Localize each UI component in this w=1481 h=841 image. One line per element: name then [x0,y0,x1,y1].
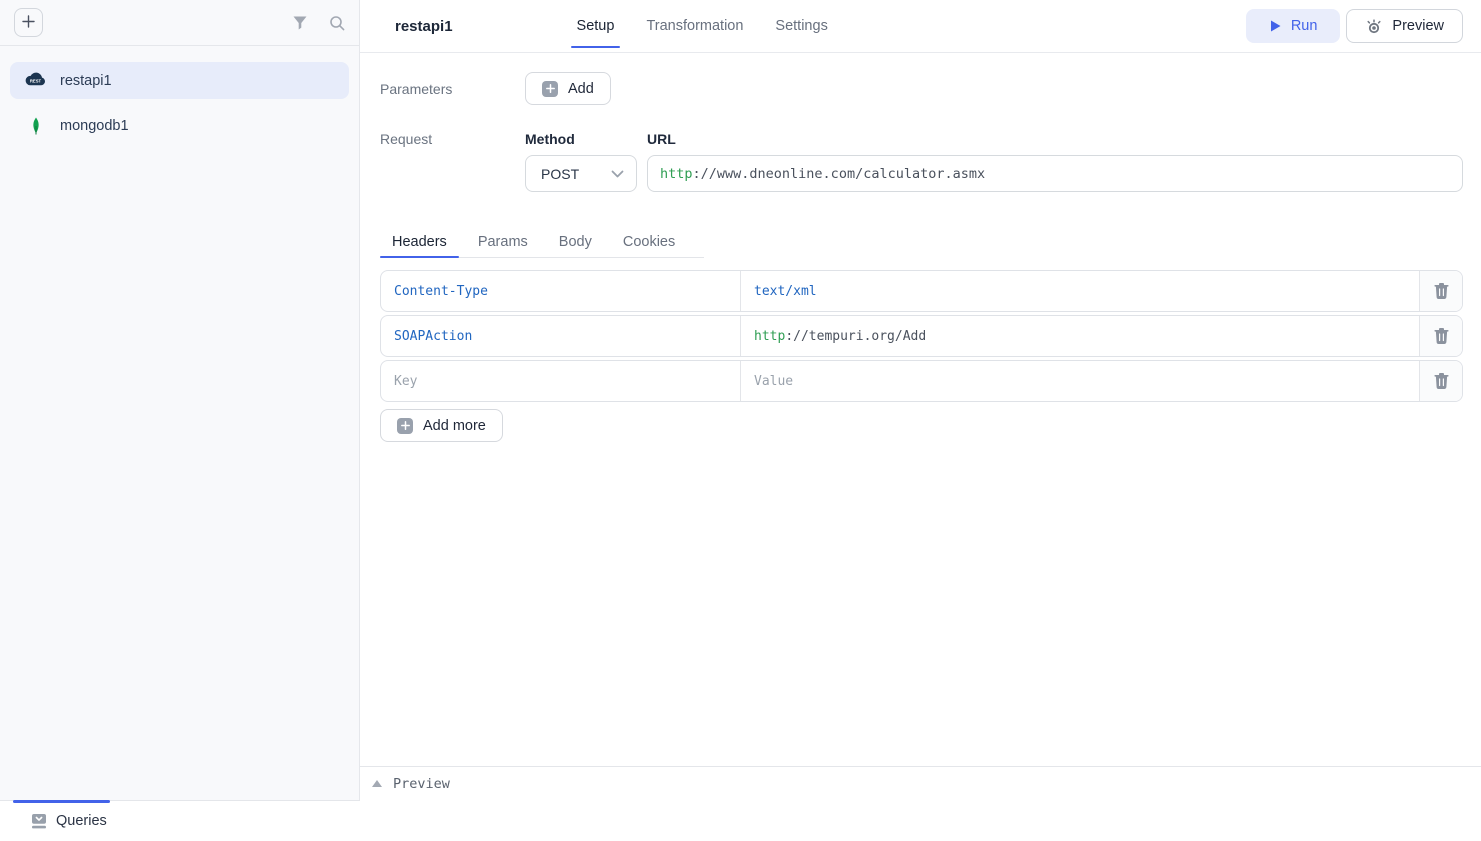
plus-icon [22,15,35,31]
preview-panel-label: Preview [393,776,450,792]
header-key-field[interactable]: Content-Type [381,271,741,311]
sidebar-item-label: restapi1 [60,73,112,89]
collapse-up-icon [372,780,382,787]
value-rest: ://tempuri.org/Add [785,329,926,344]
play-icon [1269,19,1282,33]
url-field: URL http://www.dneonline.com/calculator.… [647,131,1463,192]
preview-button-label: Preview [1392,18,1444,34]
request-label: Request [380,131,525,192]
url-rest: ://www.dneonline.com/calculator.asmx [693,166,986,182]
rest-cloud-icon: REST [24,71,47,91]
setup-content: Parameters Add Request Method POST [360,53,1481,766]
queries-tab-label: Queries [56,813,107,829]
header-key-field[interactable]: SOAPAction [381,316,741,356]
trash-icon [1434,328,1449,344]
trash-icon [1434,373,1449,389]
sidebar-item-restapi1[interactable]: REST restapi1 [10,62,349,99]
value-scheme: http [754,329,785,344]
delete-row-button[interactable] [1420,271,1462,311]
main-header: restapi1 Setup Transformation Settings R… [360,0,1481,53]
add-parameter-label: Add [568,81,594,97]
sidebar-item-mongodb1[interactable]: mongodb1 [10,107,349,144]
table-row [380,360,1463,402]
preview-panel-toggle[interactable]: Preview [360,766,1481,800]
add-more-label: Add more [423,418,486,434]
table-row: Content-Type text/xml [380,270,1463,312]
tab-settings[interactable]: Settings [763,0,839,52]
tab-setup[interactable]: Setup [565,0,627,52]
mongodb-leaf-icon [24,117,47,135]
bottom-bar-divider [0,800,360,801]
chevron-down-icon [611,170,624,178]
search-icon[interactable] [329,15,345,31]
request-tabs: Headers Params Body Cookies [380,227,704,258]
tab-headers[interactable]: Headers [380,227,459,257]
run-button[interactable]: Run [1246,9,1341,43]
main-panel: restapi1 Setup Transformation Settings R… [360,0,1481,800]
sidebar: REST restapi1 mongodb1 [0,0,360,800]
trash-icon [1434,283,1449,299]
add-query-button[interactable] [14,8,43,37]
delete-row-button[interactable] [1420,316,1462,356]
header-value-field [741,361,1420,401]
query-list: REST restapi1 mongodb1 [0,46,359,144]
queries-icon [31,813,47,829]
sidebar-item-label: mongodb1 [60,118,129,134]
parameters-row: Parameters Add [380,72,1463,105]
app-window: REST restapi1 mongodb1 [0,0,1481,841]
url-input[interactable]: http://www.dneonline.com/calculator.asmx [647,155,1463,192]
svg-text:REST: REST [30,78,42,83]
tab-params[interactable]: Params [466,227,540,257]
tab-body[interactable]: Body [547,227,604,257]
tab-cookies[interactable]: Cookies [611,227,687,257]
delete-row-button[interactable] [1420,361,1462,401]
add-parameter-button[interactable]: Add [525,72,611,105]
header-value-field[interactable]: http://tempuri.org/Add [741,316,1420,356]
sidebar-header [0,0,359,46]
tab-transformation[interactable]: Transformation [634,0,755,52]
plus-square-icon [542,81,558,97]
url-label: URL [647,131,1463,147]
header-key-input[interactable] [381,361,740,401]
header-value-input[interactable] [741,361,1419,401]
table-row: SOAPAction http://tempuri.org/Add [380,315,1463,357]
tab-queries[interactable]: Queries [31,813,107,829]
method-select[interactable]: POST [525,155,637,192]
add-more-button[interactable]: Add more [380,409,503,442]
preview-button[interactable]: Preview [1346,9,1463,43]
request-row: Request Method POST URL http: [380,131,1463,192]
method-value: POST [541,166,579,182]
plus-square-icon [397,418,413,434]
parameters-label: Parameters [380,72,525,105]
header-value-field[interactable]: text/xml [741,271,1420,311]
filter-icon[interactable] [292,15,308,31]
main-tabs: Setup Transformation Settings [565,0,848,52]
method-field: Method POST [525,131,637,192]
page-title: restapi1 [395,18,453,35]
method-label: Method [525,131,637,147]
eye-icon [1365,18,1383,34]
run-button-label: Run [1291,18,1318,34]
headers-table: Content-Type text/xml SOAPAction htt [380,270,1463,402]
bottom-bar: Queries [0,800,1481,841]
header-key-field [381,361,741,401]
active-tab-indicator [13,800,110,803]
url-scheme: http [660,166,693,182]
